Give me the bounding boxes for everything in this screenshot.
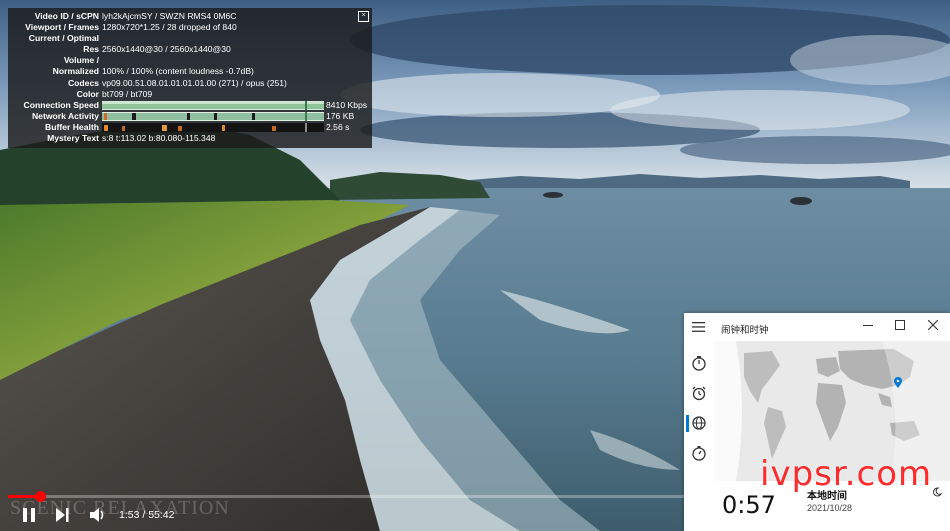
buffer-health-graph [102,122,324,132]
site-watermark: ivpsr.com [760,454,933,494]
stats-value: s:8 t:113.02 b:80.080-115.348 [102,133,216,144]
connection-speed-graph [102,100,324,110]
stats-label: Video ID / sCPN [34,11,99,21]
current-time: 1:53 [119,509,140,521]
stats-row: Current / Optimal [8,33,372,44]
stats-row: Viewport / Frames 1280x720*1.25 / 28 drop… [8,22,372,33]
stats-value: 1280x720*1.25 / 28 dropped of 840 [102,22,237,33]
stats-row: Res 2560x1440@30 / 2560x1440@30 [8,44,372,55]
duration: 55:42 [148,509,175,521]
close-button[interactable] [925,319,941,335]
active-nav-indicator [686,415,689,432]
maximize-button[interactable] [892,319,908,335]
stats-value: 8410 Kbps [326,99,368,110]
minimize-button[interactable] [860,319,876,335]
world-clock-icon[interactable] [691,415,707,431]
stats-value: lyh2kAjcmSY / SWZN RMS4 0M6C [102,11,237,21]
stats-label: Connection Speed [23,99,99,110]
stats-for-nerds-panel: × Video ID / sCPN lyh2kAjcmSY / SWZN RMS4… [8,8,372,148]
stats-label: Res [83,44,99,55]
stats-value: 176 KB [326,110,355,121]
clock-nav-pane [684,341,714,531]
stats-row-network-activity: Network Activity 176 KB [8,111,372,122]
pause-icon[interactable] [22,507,36,523]
stats-label: Normalized [52,66,99,77]
stats-label: Codecs [67,77,99,88]
hamburger-menu-icon[interactable] [692,322,705,332]
stats-value: 2.56 s [326,121,350,132]
stats-label: Current / Optimal [28,33,99,44]
stats-label: Network Activity [31,110,99,121]
network-activity-graph [102,111,324,121]
local-date: 2021/10/28 [807,503,853,513]
volume-icon[interactable] [89,507,106,523]
stats-value: vp09.00.51.08.01.01.01.01.00 (271) / opu… [102,77,287,88]
stats-row-buffer-health: Buffer Health 2.56 s [8,122,372,133]
alarms-clock-window: 闹钟和时钟 0:57 本地时间 2021/10/28 [684,313,950,531]
stats-label: Volume / [63,55,99,66]
window-titlebar[interactable]: 闹钟和时钟 [684,313,950,341]
stopwatch-icon[interactable] [691,445,707,461]
stats-row: Volume / [8,55,372,66]
minimize-icon [863,325,873,326]
stats-value: 2560x1440@30 / 2560x1440@30 [102,44,231,55]
timer-icon[interactable] [691,355,707,371]
stats-row-connection-speed: Connection Speed 8410 Kbps [8,100,372,111]
time-display: 1:53 / 55:42 [119,509,174,521]
stats-label: Mystery Text [47,133,99,144]
next-icon[interactable] [54,507,70,523]
stats-value: 100% / 100% (content loudness -0.7dB) [102,66,254,77]
stats-value: bt709 / bt709 [102,88,153,99]
stats-label: Viewport / Frames [25,22,99,33]
stats-row: Normalized 100% / 100% (content loudness … [8,66,372,77]
stats-label: Color [76,88,99,99]
progress-scrubber-handle[interactable] [35,491,46,502]
stats-label: Buffer Health [45,121,99,132]
stats-row: Codecs vp09.00.51.08.01.01.01.01.00 (271)… [8,78,372,89]
moon-icon [933,487,942,497]
time-separator: / [139,509,149,521]
local-time: 0:57 [722,491,776,519]
stats-row: Video ID / sCPN lyh2kAjcmSY / SWZN RMS4 0… [8,11,372,22]
window-title: 闹钟和时钟 [721,325,769,336]
stats-row: Color bt709 / bt709 [8,89,372,100]
maximize-icon [895,320,905,330]
stats-row: Mystery Text s:8 t:113.02 b:80.080-115.34… [8,133,372,144]
alarm-icon[interactable] [691,385,707,401]
close-icon [927,319,939,331]
